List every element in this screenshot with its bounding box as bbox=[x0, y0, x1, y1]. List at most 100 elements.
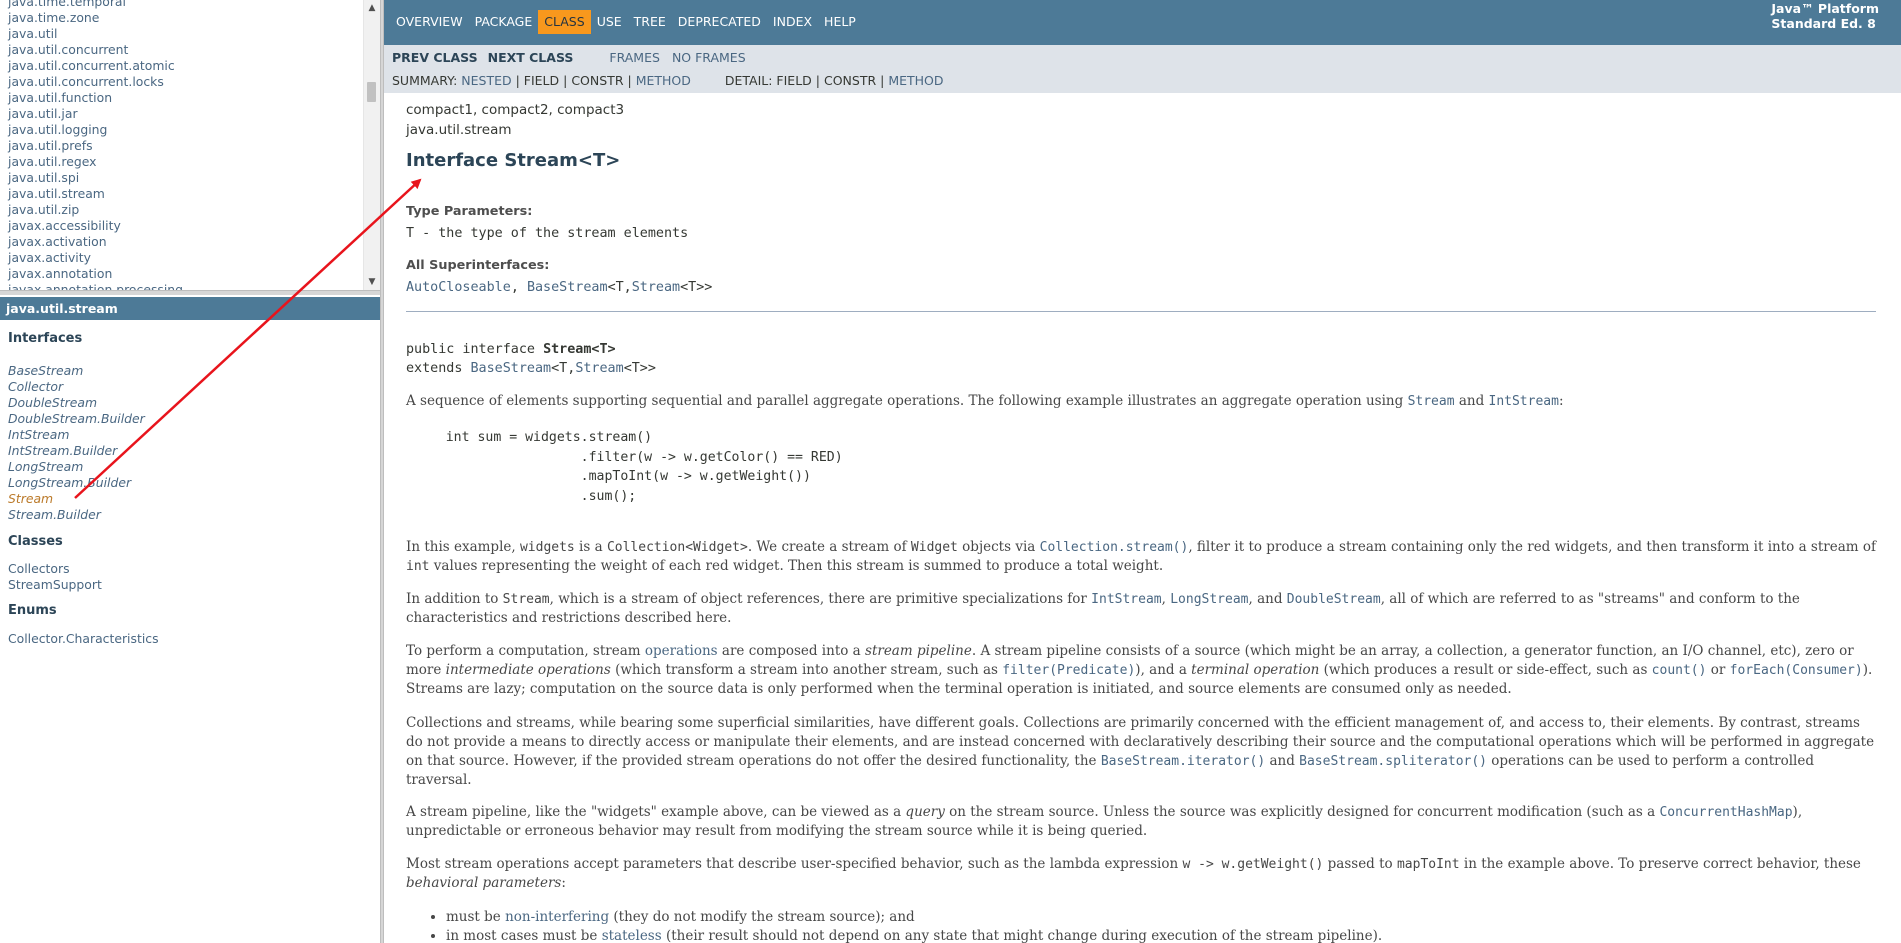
count-link[interactable]: count() bbox=[1652, 663, 1707, 678]
decl-stream-link[interactable]: Stream bbox=[575, 361, 623, 376]
concurrenthashmap-link[interactable]: ConcurrentHashMap bbox=[1659, 805, 1792, 820]
package-item-link[interactable]: java.util.stream bbox=[8, 186, 105, 201]
frames-link[interactable]: Frames bbox=[609, 50, 660, 65]
package-item[interactable]: java.util.regex bbox=[8, 154, 183, 170]
interface-item-link[interactable]: IntStream.Builder bbox=[8, 443, 117, 458]
package-item[interactable]: java.util.concurrent.atomic bbox=[8, 58, 183, 74]
interface-item[interactable]: IntStream bbox=[8, 427, 145, 443]
package-item[interactable]: javax.accessibility bbox=[8, 218, 183, 234]
package-item-link[interactable]: java.util.logging bbox=[8, 122, 107, 137]
scroll-up-arrow-icon[interactable]: ▲ bbox=[364, 0, 380, 16]
class-item-link[interactable]: StreamSupport bbox=[8, 577, 102, 592]
package-item-link[interactable]: java.util.jar bbox=[8, 106, 78, 121]
operations-link[interactable]: operations bbox=[645, 643, 718, 659]
filter-link[interactable]: filter(Predicate) bbox=[1002, 663, 1135, 678]
package-item[interactable]: java.time.zone bbox=[8, 10, 183, 26]
stream-link[interactable]: Stream bbox=[632, 280, 680, 295]
class-item[interactable]: Collectors bbox=[8, 561, 102, 577]
interface-item[interactable]: Collector bbox=[8, 379, 145, 395]
package-item-link[interactable]: java.util bbox=[8, 26, 58, 41]
nav-help[interactable]: Help bbox=[818, 10, 862, 34]
nav-deprecated[interactable]: Deprecated bbox=[672, 10, 767, 34]
no-frames-link[interactable]: No Frames bbox=[672, 50, 746, 65]
interface-item[interactable]: BaseStream bbox=[8, 363, 145, 379]
interface-item[interactable]: Stream.Builder bbox=[8, 507, 145, 523]
package-item-link[interactable]: java.util.zip bbox=[8, 202, 79, 217]
package-item[interactable]: javax.activity bbox=[8, 250, 183, 266]
package-item[interactable]: java.util.concurrent bbox=[8, 42, 183, 58]
package-item[interactable]: java.util.jar bbox=[8, 106, 183, 122]
package-item[interactable]: java.util.prefs bbox=[8, 138, 183, 154]
detail-method-link[interactable]: METHOD bbox=[888, 73, 943, 88]
package-item-link[interactable]: javax.accessibility bbox=[8, 218, 121, 233]
interface-item-link[interactable]: BaseStream bbox=[8, 363, 83, 378]
scroll-down-arrow-icon[interactable]: ▼ bbox=[364, 274, 380, 290]
class-item-link[interactable]: Collectors bbox=[8, 561, 70, 576]
package-item[interactable]: javax.annotation.processing bbox=[8, 282, 183, 290]
intstream-link[interactable]: IntStream bbox=[1091, 592, 1161, 607]
package-item[interactable]: java.util bbox=[8, 26, 183, 42]
package-item[interactable]: javax.activation bbox=[8, 234, 183, 250]
nav-class[interactable]: Class bbox=[538, 10, 591, 34]
stateless-link[interactable]: stateless bbox=[602, 928, 662, 943]
package-item-link[interactable]: javax.activation bbox=[8, 234, 107, 249]
package-item[interactable]: java.util.concurrent.locks bbox=[8, 74, 183, 90]
package-item-link[interactable]: java.time.zone bbox=[8, 10, 99, 25]
intstream-link[interactable]: IntStream bbox=[1489, 394, 1559, 409]
summary-nested-link[interactable]: NESTED bbox=[461, 73, 511, 88]
packages-scrollbar[interactable]: ▲ ▼ bbox=[363, 0, 380, 290]
package-item-link[interactable]: java.util.concurrent.atomic bbox=[8, 58, 175, 73]
longstream-link[interactable]: LongStream bbox=[1170, 592, 1248, 607]
summary-method-link[interactable]: METHOD bbox=[636, 73, 691, 88]
interface-item-link[interactable]: LongStream.Builder bbox=[8, 475, 131, 490]
package-item-link[interactable]: java.util.spi bbox=[8, 170, 79, 185]
collection-stream-link[interactable]: Collection.stream() bbox=[1040, 540, 1189, 555]
package-item-link[interactable]: java.time.temporal bbox=[8, 0, 126, 9]
interface-item-link[interactable]: DoubleStream bbox=[8, 395, 97, 410]
interface-item-link[interactable]: Stream bbox=[8, 491, 53, 506]
foreach-link[interactable]: forEach(Consumer) bbox=[1730, 663, 1863, 678]
nav-tree[interactable]: Tree bbox=[628, 10, 672, 34]
package-title-bar[interactable]: java.util.stream bbox=[0, 297, 380, 320]
interface-item[interactable]: Stream bbox=[8, 491, 145, 507]
interface-item[interactable]: DoubleStream bbox=[8, 395, 145, 411]
decl-basestream-link[interactable]: BaseStream bbox=[471, 361, 552, 376]
nav-index[interactable]: Index bbox=[767, 10, 818, 34]
enum-item-link[interactable]: Collector.Characteristics bbox=[8, 631, 159, 646]
package-item-link[interactable]: java.util.concurrent.locks bbox=[8, 74, 164, 89]
package-title[interactable]: java.util.stream bbox=[6, 301, 118, 316]
scrollbar-thumb[interactable] bbox=[367, 82, 376, 102]
package-item-link[interactable]: javax.annotation bbox=[8, 266, 112, 281]
package-item[interactable]: java.time.temporal bbox=[8, 0, 183, 10]
interface-item-link[interactable]: LongStream bbox=[8, 459, 83, 474]
non-interfering-link[interactable]: non-interfering bbox=[505, 909, 609, 925]
prev-class-link[interactable]: Prev Class bbox=[392, 50, 478, 65]
package-item[interactable]: java.util.logging bbox=[8, 122, 183, 138]
package-item[interactable]: java.util.spi bbox=[8, 170, 183, 186]
enum-item[interactable]: Collector.Characteristics bbox=[8, 631, 159, 647]
package-item-link[interactable]: java.util.function bbox=[8, 90, 112, 105]
package-item-link[interactable]: javax.annotation.processing bbox=[8, 282, 183, 290]
nav-overview[interactable]: Overview bbox=[390, 10, 469, 34]
interface-item-link[interactable]: DoubleStream.Builder bbox=[8, 411, 145, 426]
basestream-link[interactable]: BaseStream bbox=[527, 280, 608, 295]
nav-package[interactable]: Package bbox=[469, 10, 539, 34]
package-item-link[interactable]: java.util.prefs bbox=[8, 138, 93, 153]
spliterator-link[interactable]: BaseStream.spliterator() bbox=[1299, 754, 1487, 769]
interface-item[interactable]: DoubleStream.Builder bbox=[8, 411, 145, 427]
doublestream-link[interactable]: DoubleStream bbox=[1287, 592, 1381, 607]
package-item-link[interactable]: javax.activity bbox=[8, 250, 91, 265]
package-item[interactable]: javax.annotation bbox=[8, 266, 183, 282]
interface-item-link[interactable]: Stream.Builder bbox=[8, 507, 101, 522]
class-item[interactable]: StreamSupport bbox=[8, 577, 102, 593]
iterator-link[interactable]: BaseStream.iterator() bbox=[1101, 754, 1265, 769]
package-item[interactable]: java.util.stream bbox=[8, 186, 183, 202]
interface-item[interactable]: IntStream.Builder bbox=[8, 443, 145, 459]
package-item[interactable]: java.util.zip bbox=[8, 202, 183, 218]
interface-item[interactable]: LongStream bbox=[8, 459, 145, 475]
interface-item[interactable]: LongStream.Builder bbox=[8, 475, 145, 491]
next-class-link[interactable]: Next Class bbox=[488, 50, 574, 65]
package-item-link[interactable]: java.util.regex bbox=[8, 154, 96, 169]
package-item-link[interactable]: java.util.concurrent bbox=[8, 42, 128, 57]
interface-item-link[interactable]: IntStream bbox=[8, 427, 69, 442]
